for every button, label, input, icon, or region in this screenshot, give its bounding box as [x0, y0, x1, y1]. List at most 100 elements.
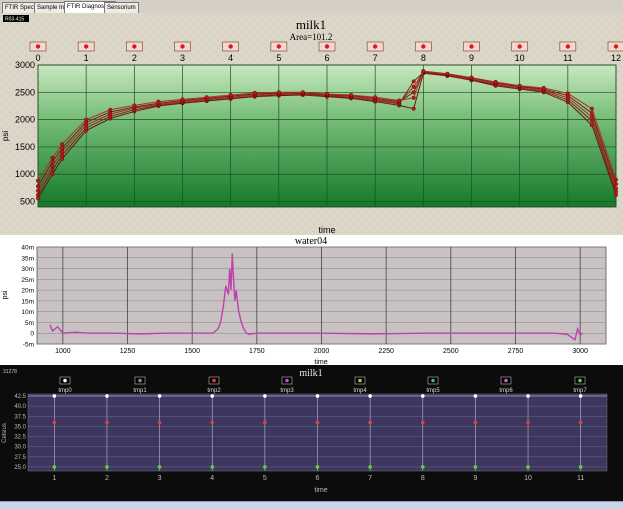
legend-dot-icon: [212, 378, 216, 383]
bottom-data-point: [157, 465, 162, 469]
legend-label: tmp5: [426, 388, 440, 394]
bottom-data-point: [315, 394, 320, 398]
top-data-point: [493, 79, 498, 84]
mid-xtick-label: 2250: [378, 348, 394, 355]
top-xlabel: time: [318, 225, 335, 235]
top-data-point: [565, 91, 570, 96]
bottom-data-point: [526, 465, 530, 469]
bottom-xtick-label: 5: [263, 475, 267, 482]
top-data-point: [614, 182, 619, 187]
bottom-xtick-label: 4: [210, 475, 214, 482]
bottom-data-point: [263, 394, 267, 398]
bottom-data-point: [105, 420, 109, 425]
mid-ylabel: psi: [2, 290, 9, 299]
marker-label: 5: [276, 53, 281, 63]
legend-label: tmp6: [499, 388, 513, 394]
bottom-data-point: [157, 420, 162, 425]
top-data-point: [589, 106, 594, 111]
bottom-data-point: [368, 420, 372, 425]
top-data-point: [469, 75, 474, 80]
marker-dot-icon: [180, 44, 185, 49]
marker-label: 0: [35, 53, 40, 63]
bottom-data-point: [578, 394, 583, 398]
bottom-xtick-label: 10: [524, 475, 532, 482]
bottom-data-point: [526, 420, 530, 425]
top-data-point: [614, 177, 619, 182]
mid-ytick-label: 35m: [21, 255, 34, 262]
legend-label: tmp0: [58, 388, 72, 394]
legend-dot-icon: [504, 378, 508, 383]
bottom-data-point: [368, 394, 372, 398]
tab-bar: FTIR Spectra Sample Info FTIR Diagnostic…: [0, 0, 623, 14]
marker-dot-icon: [565, 44, 571, 49]
marker-label: 6: [324, 53, 329, 63]
marker-dot-icon: [517, 44, 522, 49]
legend-label: tmp7: [573, 388, 587, 394]
legend-dot-icon: [138, 378, 142, 383]
bottom-ytick-label: 25.0: [14, 465, 26, 471]
marker-dot-icon: [83, 44, 89, 49]
top-data-point: [60, 142, 65, 147]
top-data-point: [411, 84, 416, 89]
bottom-data-point: [315, 465, 320, 469]
bottom-data-point: [263, 420, 267, 425]
mid-xtick-label: 3000: [572, 348, 588, 355]
mid-ytick-label: 10m: [21, 309, 34, 316]
top-data-point: [36, 188, 41, 193]
top-data-point: [614, 189, 619, 194]
mid-xtick-label: 1500: [184, 348, 200, 355]
bottom-ylabel: Celsius: [2, 423, 8, 443]
top-data-point: [36, 196, 41, 201]
top-data-point: [36, 192, 41, 197]
marker-dot-icon: [372, 44, 378, 49]
bottom-chart-title: milk1: [299, 368, 322, 379]
marker-label: 3: [180, 53, 185, 63]
mid-xtick-label: 1250: [120, 348, 136, 355]
mid-x-ticks: 1000 1250 1500 1750 2000 2250 2500 2750 3000: [55, 348, 588, 355]
legend-label: tmp2: [207, 388, 221, 394]
bottom-xtick-label: 7: [368, 475, 372, 482]
top-data-point: [252, 90, 257, 95]
bottom-xtick-label: 6: [316, 475, 320, 482]
marker-label: 12: [611, 53, 621, 63]
top-data-point: [84, 117, 89, 122]
bottom-data-point: [52, 394, 57, 398]
top-data-point: [276, 90, 281, 95]
bottom-data-point: [473, 420, 478, 425]
top-data-point: [156, 99, 161, 104]
legend-dot-icon: [431, 378, 435, 383]
bottom-ytick-label: 42.5: [14, 394, 26, 400]
bottom-data-point: [420, 465, 425, 469]
mid-ytick-label: 15m: [21, 298, 34, 305]
marker-dot-icon: [35, 44, 41, 49]
top-data-point: [108, 107, 113, 112]
top-ytick-label: 2500: [15, 87, 35, 97]
mid-ytick-label: 5m: [25, 320, 34, 327]
tab-sensorium[interactable]: Sensorium: [104, 2, 139, 13]
bottom-data-point: [210, 394, 215, 398]
top-data-point: [325, 91, 330, 96]
legend-label: tmp1: [133, 388, 147, 394]
mid-chart-title: water04: [295, 236, 327, 247]
mid-xtick-label: 1000: [55, 348, 71, 355]
top-ytick-label: 3000: [15, 60, 35, 70]
marker-label: 9: [469, 53, 474, 63]
top-data-point: [300, 90, 305, 95]
marker-dot-icon: [421, 44, 426, 49]
bottom-data-point: [526, 394, 530, 398]
bottom-ytick-label: 40.0: [14, 404, 26, 410]
marker-dot-icon: [276, 44, 282, 49]
top-ytick-label: 1500: [15, 142, 35, 152]
pressure-chart-panel: R03-415 milk1 Area=101.2 0 1 2 3 4 5 6 7 8 9 10 11 1…: [0, 13, 623, 235]
bottom-data-point: [157, 394, 162, 398]
bottom-data-point: [52, 465, 57, 469]
top-data-point: [411, 95, 416, 100]
bottom-ytick-label: 27.5: [14, 455, 26, 461]
marker-dot-icon: [132, 44, 137, 49]
bottom-data-point: [473, 465, 478, 469]
top-data-point: [614, 186, 619, 191]
top-data-point: [132, 103, 137, 108]
legend-dot-icon: [63, 378, 67, 383]
marker-label: 7: [373, 53, 378, 63]
bottom-data-point: [210, 420, 215, 425]
